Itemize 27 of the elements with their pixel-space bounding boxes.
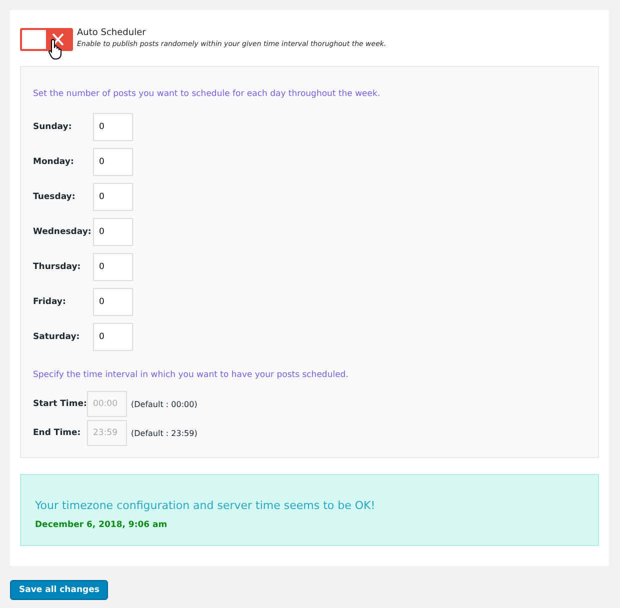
posts-count-field[interactable]: 0: [93, 148, 133, 176]
section-heading: Set the number of posts you want to schedule for each day throughout the week.: [33, 89, 382, 99]
default-note: (Default : 00:00): [131, 400, 198, 408]
posts-count-field[interactable]: 0: [93, 112, 133, 140]
day-label: Wednesday:: [33, 226, 92, 236]
day-label: Saturday:: [33, 332, 81, 342]
time-field[interactable]: 00:00: [87, 391, 127, 417]
time-field[interactable]: 23:59: [87, 420, 127, 446]
notice-message: Your timezone configuration and server time seems to be OK!: [35, 499, 376, 512]
day-label: Tuesday:: [33, 192, 76, 202]
setting-title: Auto Scheduler: [77, 28, 147, 38]
day-label: Monday:: [33, 156, 75, 166]
posts-count-field[interactable]: 0: [93, 182, 133, 210]
hand-cursor-icon: [48, 38, 64, 60]
posts-count-field[interactable]: 0: [93, 288, 133, 316]
posts-count-field[interactable]: 0: [93, 322, 133, 350]
time-label: End Time:: [33, 428, 82, 438]
posts-count-field[interactable]: 0: [93, 252, 133, 280]
time-label: Start Time:: [33, 399, 87, 409]
day-label: Sunday:: [33, 122, 73, 132]
save-button[interactable]: Save all changes: [10, 580, 108, 600]
server-time: December 6, 2018, 9:06 am: [35, 520, 168, 530]
posts-count-field[interactable]: 0: [93, 218, 133, 246]
day-label: Friday:: [33, 296, 67, 306]
section-heading: Specify the time interval in which you want to have your posts scheduled.: [33, 370, 350, 380]
day-label: Thursday:: [33, 262, 82, 272]
default-note: (Default : 23:59): [131, 428, 198, 438]
